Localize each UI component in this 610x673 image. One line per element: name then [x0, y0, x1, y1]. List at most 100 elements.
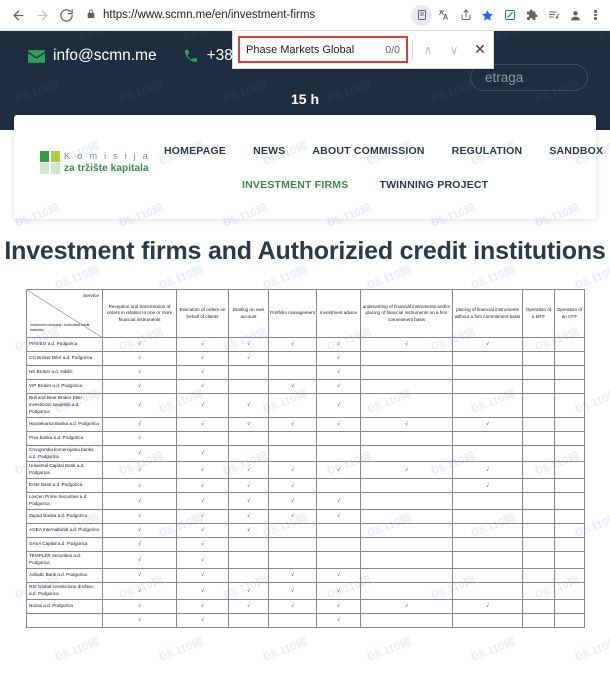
forward-arrow-icon[interactable]	[30, 3, 54, 27]
translate-icon[interactable]	[433, 5, 454, 26]
table-row: Lovćen Prime Securities a.d. Podgorica √ √…	[26, 492, 585, 511]
table-body: PINVEO a.d. Podgorica √ √ √ √ √ √ √ CG Broker Di…	[26, 337, 585, 628]
service-check-cell: √	[102, 567, 177, 583]
service-empty-cell	[360, 379, 453, 394]
table-row: AGEA International a.d. Podgorica √ √ √	[26, 523, 585, 539]
service-empty-cell	[268, 430, 317, 446]
service-check-cell: √	[176, 523, 229, 539]
service-empty-cell	[360, 567, 453, 583]
firm-name-cell: AGEA International a.d. Podgorica	[26, 523, 103, 539]
find-in-page-bar: Phase Markets Global 0/0 ∧ ∨ ✕	[232, 31, 494, 69]
extension-s-icon[interactable]	[499, 5, 520, 26]
nav-item-twinning-project[interactable]: TWINNING PROJECT	[379, 179, 488, 191]
service-check-cell: √	[176, 567, 229, 583]
service-empty-cell	[554, 523, 585, 539]
firm-name-cell: Crnogorska komercijalna banka a.d. Podgo…	[26, 444, 103, 463]
service-empty-cell	[268, 551, 317, 569]
service-empty-cell	[554, 537, 585, 553]
reading-list-icon[interactable]	[543, 5, 564, 26]
reload-icon[interactable]	[54, 3, 78, 27]
service-check-cell: √	[316, 581, 361, 600]
service-check-cell: √	[268, 478, 317, 494]
contact-email[interactable]: info@scmn.me	[28, 47, 157, 65]
service-empty-cell	[360, 551, 453, 569]
service-empty-cell	[522, 393, 555, 418]
firm-name-cell: VIP Broker a.d. Podgorica	[26, 379, 103, 394]
watermark-text: Ð§.110网	[365, 264, 413, 292]
profile-avatar-icon[interactable]	[565, 5, 586, 26]
col-header-operation-mtf: Operation of a MTF	[522, 289, 555, 338]
chrome-menu-icon[interactable]	[587, 5, 604, 26]
service-check-cell: √	[176, 444, 229, 463]
service-empty-cell	[554, 393, 585, 418]
service-empty-cell	[452, 444, 523, 463]
service-check-cell: √	[360, 337, 453, 352]
nav-item-investment-firms[interactable]: INVESTMENT FIRMS	[242, 179, 348, 191]
service-empty-cell	[360, 393, 453, 418]
service-check-cell: √	[102, 461, 177, 480]
find-input[interactable]: Phase Markets Global	[246, 44, 379, 56]
service-check-cell: √	[102, 537, 177, 553]
bookmark-star-icon[interactable]	[477, 5, 498, 26]
find-close-button[interactable]: ✕	[467, 35, 493, 65]
page-viewport: info@scmn.me +382 20 4 etraga 15 h K o m…	[0, 31, 610, 673]
share-icon[interactable]	[455, 5, 476, 26]
service-empty-cell	[360, 509, 453, 525]
col-header-execution-orders: Execution of orders on behalf of clients	[176, 289, 229, 338]
service-check-cell: √	[228, 337, 269, 352]
contact-email-text: info@scmn.me	[53, 47, 157, 64]
service-empty-cell	[554, 581, 585, 600]
service-empty-cell	[554, 598, 585, 614]
table-row: Hipotekarna Banka a.d. Podgorica √ √ √ √ √ √ √	[26, 416, 585, 432]
site-logo[interactable]: K o m i s i j a za tržište kapitala	[40, 151, 150, 174]
find-input-highlight[interactable]: Phase Markets Global 0/0	[238, 36, 408, 63]
service-empty-cell	[360, 492, 453, 511]
logo-word-komisija: K o m i s i j a	[64, 151, 150, 162]
service-check-cell: √	[176, 598, 229, 614]
logo-bars-row1	[40, 151, 60, 162]
col-header-operation-otf: Operation of an OTF	[554, 289, 585, 338]
service-check-cell: √	[176, 581, 229, 600]
service-check-cell: √	[268, 492, 317, 511]
service-check-cell: √	[316, 365, 361, 380]
service-empty-cell	[522, 581, 555, 600]
nav-item-homepage[interactable]: HOMEPAGE	[164, 145, 226, 157]
service-check-cell: √	[102, 365, 177, 380]
service-empty-cell	[316, 523, 361, 539]
service-check-cell: √	[176, 416, 229, 432]
table-row: NK Broker a.d. Nikšić √ √ √	[26, 365, 585, 380]
watermark-text: Ð§.110网	[157, 636, 205, 664]
investment-firms-table-wrapper: Service Investment company / Authorized …	[26, 289, 585, 628]
service-check-cell: √	[176, 461, 229, 480]
col-header-investment-advice: Investment advice	[316, 289, 361, 338]
primary-nav-row-2: INVESTMENT FIRMS TWINNING PROJECT	[242, 179, 488, 191]
service-empty-cell	[360, 478, 453, 494]
nav-item-about-commission[interactable]: ABOUT COMMISSION	[312, 145, 424, 157]
nav-item-sandbox[interactable]: SANDBOX	[549, 145, 603, 157]
address-bar[interactable]: https://www.scmn.me/en/investment-firms	[80, 4, 405, 26]
service-check-cell: √	[102, 379, 177, 394]
service-empty-cell	[228, 612, 269, 628]
service-check-cell: √	[316, 492, 361, 511]
service-check-cell: √	[176, 509, 229, 525]
table-row: Zapad Banka a.d. Podgorica √ √ √ √ √	[26, 509, 585, 525]
service-check-cell: √	[102, 612, 177, 628]
service-empty-cell	[554, 492, 585, 511]
back-arrow-icon[interactable]	[6, 3, 30, 27]
extensions-puzzle-icon[interactable]	[521, 5, 542, 26]
watermark-text: Ð§.110网	[261, 264, 309, 292]
nav-item-news[interactable]: NEWS	[253, 145, 285, 157]
firm-name-cell: Bull and Bear Broker Diler investicioni …	[26, 393, 103, 418]
reading-mode-icon[interactable]	[411, 4, 432, 26]
service-empty-cell	[228, 567, 269, 583]
watermark-text: Ð§.110网	[53, 264, 101, 292]
service-empty-cell	[522, 351, 555, 366]
table-row: SASA Capital a.d. Podgorica √ √	[26, 537, 585, 553]
find-next-button[interactable]: ∨	[441, 35, 467, 65]
nav-item-regulation[interactable]: REGULATION	[452, 145, 523, 157]
find-previous-button[interactable]: ∧	[415, 35, 441, 65]
service-empty-cell	[268, 612, 317, 628]
table-row: Nozax a.d. Podgorica √ √ √ √ √ √ √	[26, 598, 585, 614]
service-check-cell: √	[176, 478, 229, 494]
firm-name-cell: SASA Capital a.d. Podgorica	[26, 537, 103, 553]
